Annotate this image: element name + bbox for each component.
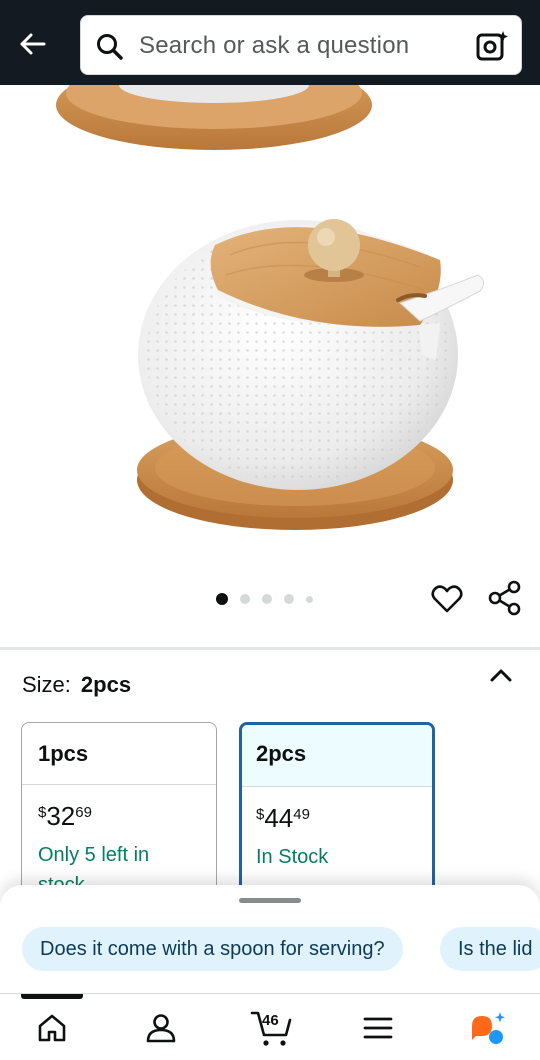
pagination-dot[interactable]	[240, 594, 250, 604]
selected-size-value: 2pcs	[80, 672, 132, 697]
active-tab-indicator	[21, 994, 83, 999]
nav-home[interactable]	[30, 1006, 74, 1050]
suggested-questions-sheet: Does it come with a spoon for serving? I…	[0, 885, 540, 995]
suggested-question-chip[interactable]: Does it come with a spoon for serving?	[22, 927, 403, 971]
size-label: Size:	[22, 672, 71, 697]
size-option-price: $ 44 49	[242, 787, 432, 834]
nav-rufus[interactable]	[466, 1006, 510, 1050]
suggested-question-chip[interactable]: Is the lid	[440, 927, 540, 971]
search-input[interactable]: Search or ask a question	[139, 32, 409, 60]
availability-text: In Stock	[256, 846, 329, 868]
chevron-up-icon[interactable]	[486, 664, 516, 688]
cart-count-badge: 46	[262, 1012, 279, 1029]
pagination-dot[interactable]	[284, 594, 294, 604]
price-fraction: 49	[293, 806, 310, 823]
heart-icon[interactable]	[430, 582, 464, 616]
section-divider	[0, 647, 540, 650]
price-currency: $	[256, 806, 265, 823]
size-selector-header: Size: 2pcs	[22, 672, 131, 698]
size-option-1pcs[interactable]: 1pcs $ 32 69 Only 5 left in stock	[21, 722, 217, 912]
image-pagination-dots[interactable]	[216, 593, 313, 605]
size-option-2pcs[interactable]: 2pcs $ 44 49 In Stock	[239, 722, 435, 912]
hamburger-menu-icon	[363, 1017, 393, 1039]
share-icon[interactable]	[487, 580, 523, 616]
sheet-drag-handle[interactable]	[239, 898, 301, 903]
person-icon	[146, 1014, 176, 1043]
nav-cart[interactable]: 46	[248, 1006, 296, 1050]
size-option-name: 2pcs	[242, 725, 432, 787]
pagination-dot[interactable]	[216, 593, 228, 605]
camera-search-icon[interactable]	[475, 29, 509, 63]
price-whole: 44	[264, 803, 294, 833]
back-arrow-icon	[20, 33, 46, 55]
product-image	[56, 85, 484, 530]
bottom-nav-bar: 46	[0, 993, 540, 1060]
size-option-price: $ 32 69	[22, 785, 216, 832]
top-bar: Search or ask a question	[0, 0, 540, 85]
product-image-gallery[interactable]	[0, 85, 540, 645]
nav-menu[interactable]	[356, 1006, 400, 1050]
price-fraction: 69	[75, 804, 92, 821]
pagination-dot[interactable]	[262, 594, 272, 604]
search-icon	[97, 34, 123, 60]
search-bar[interactable]: Search or ask a question	[80, 15, 522, 75]
size-option-name: 1pcs	[22, 723, 216, 785]
nav-account[interactable]	[139, 1006, 183, 1050]
back-button[interactable]	[10, 22, 54, 66]
home-icon	[38, 1014, 66, 1042]
price-whole: 32	[46, 801, 76, 831]
price-currency: $	[38, 804, 47, 821]
pagination-dot[interactable]	[306, 595, 313, 603]
rufus-ai-icon	[472, 1012, 505, 1044]
